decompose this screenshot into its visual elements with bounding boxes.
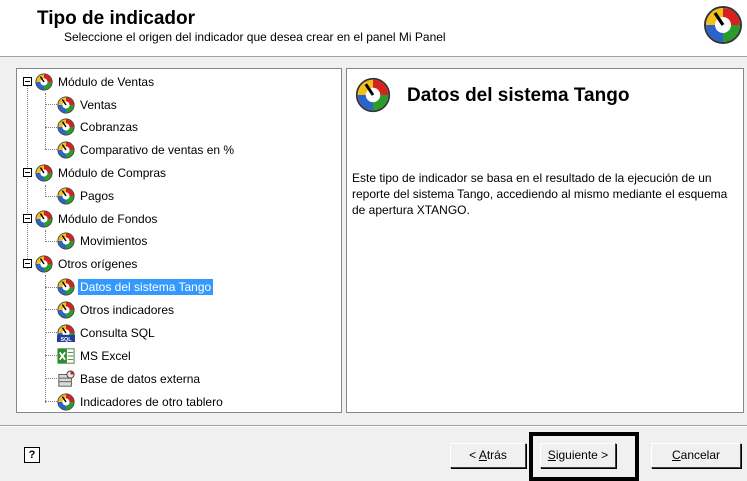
sql-icon: SQL xyxy=(57,324,75,342)
page-subtitle: Seleccione el origen del indicador que d… xyxy=(64,30,446,44)
gauge-icon xyxy=(57,96,75,114)
gauge-document-icon xyxy=(57,232,75,250)
gauge-icon xyxy=(57,141,75,159)
tree-item-label: Pagos xyxy=(80,189,115,203)
tree-item-base-datos[interactable]: Base de datos externa xyxy=(57,369,202,389)
tree-line xyxy=(45,127,57,128)
tree-item-label: Movimientos xyxy=(80,234,148,248)
tree-group-otros[interactable]: Otros orígenes xyxy=(35,254,139,274)
tree-item-cobranzas[interactable]: Cobranzas xyxy=(57,117,140,137)
gauge-money-icon xyxy=(57,118,75,136)
tree-item-label: Datos del sistema Tango xyxy=(78,279,214,295)
collapse-compras-toggle[interactable] xyxy=(23,168,32,177)
tango-gauge-icon xyxy=(355,77,391,113)
excel-icon xyxy=(57,348,75,364)
back-label: trás xyxy=(486,448,507,462)
help-icon[interactable]: ? xyxy=(24,447,40,463)
back-prefix: < xyxy=(469,448,479,462)
tree-line xyxy=(45,104,57,105)
tree-item-label: Ventas xyxy=(80,98,117,112)
tree-line xyxy=(45,149,57,150)
gauge-icon xyxy=(35,164,53,182)
back-button[interactable]: < Atrás xyxy=(450,443,526,468)
tango-gauge-icon xyxy=(57,278,75,296)
description-text: Este tipo de indicador se basa en el res… xyxy=(352,171,728,217)
tree-line xyxy=(45,309,57,310)
tree-group-label: Módulo de Compras xyxy=(58,166,167,180)
tree-line xyxy=(45,378,57,379)
tree-group-compras[interactable]: Módulo de Compras xyxy=(35,163,168,183)
tree-line xyxy=(45,241,57,242)
tree-item-label: Cobranzas xyxy=(80,120,139,134)
tree-line xyxy=(45,355,57,356)
tree-item-label: Base de datos externa xyxy=(80,372,201,386)
tree-line xyxy=(45,196,57,197)
tree-item-label: Consulta SQL xyxy=(80,326,155,340)
cancel-button[interactable]: Cancelar xyxy=(651,443,741,468)
tree-item-pagos[interactable]: Pagos xyxy=(57,186,116,206)
svg-text:SQL: SQL xyxy=(60,337,72,342)
gauge-panel-icon xyxy=(57,393,75,411)
tree-item-consulta-sql[interactable]: SQL Consulta SQL xyxy=(57,323,157,343)
description-title: Datos del sistema Tango xyxy=(407,85,630,106)
tree-item-label: Indicadores de otro tablero xyxy=(80,395,223,409)
tree-group-ventas[interactable]: Módulo de Ventas xyxy=(35,72,156,92)
page-title: Tipo de indicador xyxy=(37,8,195,29)
gauge-money-icon xyxy=(57,187,75,205)
tree-group-label: Módulo de Fondos xyxy=(58,212,158,226)
tree-item-otro-tablero[interactable]: Indicadores de otro tablero xyxy=(57,392,225,412)
indicator-gauge-icon xyxy=(703,5,743,45)
tree-group-label: Módulo de Ventas xyxy=(58,75,155,89)
tree-line xyxy=(45,287,57,288)
tree-item-label: Comparativo de ventas en % xyxy=(80,143,235,157)
tree-line xyxy=(45,93,46,149)
highlight-frame xyxy=(529,432,639,481)
tree-item-ms-excel[interactable]: MS Excel xyxy=(57,346,133,366)
tree-item-otros-indicadores[interactable]: Otros indicadores xyxy=(57,300,176,320)
cancel-mnemonic: C xyxy=(671,448,681,462)
gauge-icon xyxy=(35,255,53,273)
cancel-label: ancelar xyxy=(680,448,721,462)
gauge-group-icon xyxy=(57,301,75,319)
description-panel: Datos del sistema Tango Este tipo de ind… xyxy=(346,68,744,413)
collapse-otros-toggle[interactable] xyxy=(23,259,32,268)
tree-line xyxy=(45,401,57,402)
divider xyxy=(0,425,747,427)
indicator-tree[interactable]: Módulo de Ventas Ventas Cobranzas Compar… xyxy=(16,68,342,413)
gauge-icon xyxy=(35,73,53,91)
tree-item-label: Otros indicadores xyxy=(80,303,175,317)
tree-item-ventas[interactable]: Ventas xyxy=(57,95,119,115)
gauge-icon xyxy=(35,210,53,228)
tree-group-fondos[interactable]: Módulo de Fondos xyxy=(35,209,159,229)
wizard-header: Tipo de indicador Seleccione el origen d… xyxy=(0,0,747,57)
tree-item-datos-tango[interactable]: Datos del sistema Tango xyxy=(57,277,214,297)
tree-line xyxy=(45,332,57,333)
tree-item-comparativo[interactable]: Comparativo de ventas en % xyxy=(57,140,236,160)
collapse-fondos-toggle[interactable] xyxy=(23,214,32,223)
tree-item-movimientos[interactable]: Movimientos xyxy=(57,231,149,251)
tree-group-label: Otros orígenes xyxy=(58,257,138,271)
tree-line xyxy=(45,275,46,403)
tree-item-label: MS Excel xyxy=(80,349,131,363)
collapse-ventas-toggle[interactable] xyxy=(23,77,32,86)
database-icon xyxy=(58,370,75,387)
back-mnemonic: A xyxy=(478,448,487,462)
